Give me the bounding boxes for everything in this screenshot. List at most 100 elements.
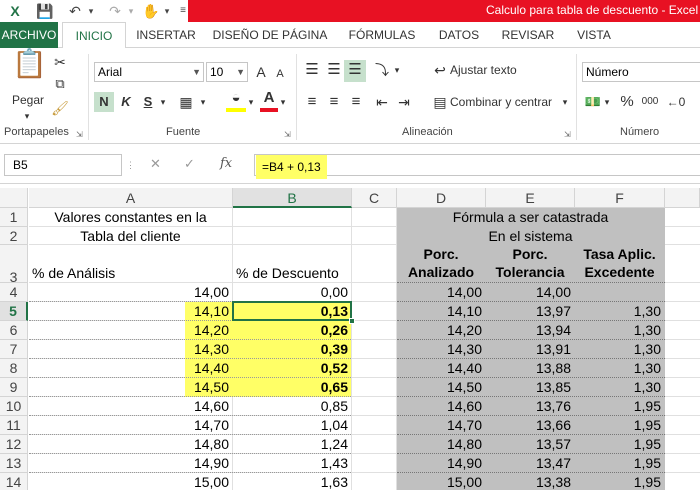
increase-decimal-icon[interactable]: ←0 bbox=[666, 92, 686, 112]
cell-f6[interactable]: 1,30 bbox=[575, 321, 664, 340]
save-icon[interactable]: 💾 bbox=[36, 2, 54, 20]
align-top-icon[interactable]: ☰ bbox=[302, 60, 322, 80]
cancel-icon[interactable]: ✕ bbox=[150, 156, 161, 172]
insert-function-button[interactable]: fx bbox=[220, 156, 232, 171]
row-header-4[interactable]: 4 bbox=[0, 283, 28, 302]
cell-d14[interactable]: 15,00 bbox=[397, 473, 485, 490]
column-header-next[interactable] bbox=[665, 188, 700, 208]
cell-b4[interactable]: 0,00 bbox=[233, 283, 351, 302]
font-color-dropdown-icon[interactable]: ▾ bbox=[278, 92, 288, 112]
align-center-icon[interactable]: ≡ bbox=[324, 92, 344, 112]
cell-d12[interactable]: 14,80 bbox=[397, 435, 485, 454]
cell-e10[interactable]: 13,76 bbox=[486, 397, 574, 416]
cell-e12[interactable]: 13,57 bbox=[486, 435, 574, 454]
cell-d5[interactable]: 14,10 bbox=[397, 302, 485, 321]
row-header-1[interactable]: 1 bbox=[0, 208, 28, 227]
cell-f3-line1[interactable]: Tasa Aplic. bbox=[575, 245, 664, 263]
cell-a3[interactable]: % de Análisis bbox=[29, 264, 232, 283]
comma-style-button[interactable]: 000 bbox=[640, 92, 660, 112]
enter-icon[interactable]: ✓ bbox=[184, 156, 195, 172]
select-all-button[interactable] bbox=[0, 188, 28, 208]
redo-icon[interactable]: ↷ bbox=[106, 2, 124, 20]
orientation-icon[interactable]: ⤵ bbox=[372, 60, 392, 80]
redo-dropdown-icon[interactable]: ▾ bbox=[126, 2, 136, 20]
cell-d10[interactable]: 14,60 bbox=[397, 397, 485, 416]
align-bottom-icon[interactable]: ☰ bbox=[344, 60, 366, 82]
cell-d9[interactable]: 14,50 bbox=[397, 378, 485, 397]
cell-d11[interactable]: 14,70 bbox=[397, 416, 485, 435]
tab-insertar[interactable]: INSERTAR bbox=[136, 22, 196, 48]
column-header-e[interactable]: E bbox=[486, 188, 575, 208]
decrease-indent-icon[interactable]: ⇤ bbox=[372, 92, 392, 112]
format-painter-icon[interactable]: 🖌 bbox=[50, 98, 70, 118]
name-box[interactable]: B5 bbox=[4, 154, 122, 176]
merge-center-button[interactable]: Combinar y centrar bbox=[450, 92, 556, 112]
name-box-dropdown-icon[interactable]: ⋮ bbox=[126, 160, 135, 171]
merge-dropdown-icon[interactable]: ▾ bbox=[560, 92, 570, 112]
column-header-f[interactable]: F bbox=[575, 188, 665, 208]
row-header-5[interactable]: 5 bbox=[0, 302, 28, 321]
cell-f5[interactable]: 1,30 bbox=[575, 302, 664, 321]
undo-dropdown-icon[interactable]: ▾ bbox=[86, 2, 96, 20]
touch-dropdown-icon[interactable]: ▾ bbox=[162, 2, 172, 20]
borders-icon[interactable]: ▦ bbox=[176, 92, 196, 112]
underline-dropdown-icon[interactable]: ▾ bbox=[158, 92, 168, 112]
cell-b9[interactable]: 0,65 bbox=[233, 378, 351, 397]
align-right-icon[interactable]: ≡ bbox=[346, 92, 366, 112]
cell-d2[interactable]: En el sistema bbox=[397, 227, 664, 246]
row-header-10[interactable]: 10 bbox=[0, 397, 28, 416]
cell-a7[interactable]: 14,30 bbox=[29, 340, 232, 359]
bold-button[interactable]: N bbox=[94, 92, 114, 112]
cell-a4[interactable]: 14,00 bbox=[29, 283, 232, 302]
row-header-7[interactable]: 7 bbox=[0, 340, 28, 359]
column-header-a[interactable]: A bbox=[29, 188, 233, 208]
borders-dropdown-icon[interactable]: ▾ bbox=[198, 92, 208, 112]
underline-button[interactable]: S bbox=[140, 92, 156, 112]
italic-button[interactable]: K bbox=[118, 92, 134, 112]
row-header-12[interactable]: 12 bbox=[0, 435, 28, 454]
cell-e14[interactable]: 13,38 bbox=[486, 473, 574, 490]
column-header-c[interactable]: C bbox=[352, 188, 397, 208]
cell-d13[interactable]: 14,90 bbox=[397, 454, 485, 473]
cell-a11[interactable]: 14,70 bbox=[29, 416, 232, 435]
cell-b3[interactable]: % de Descuento bbox=[233, 264, 351, 283]
cell-b12[interactable]: 1,24 bbox=[233, 435, 351, 454]
alignment-launcher-icon[interactable]: ⇲ bbox=[564, 130, 571, 139]
align-middle-icon[interactable]: ☰ bbox=[324, 60, 344, 80]
fill-handle[interactable] bbox=[349, 318, 355, 324]
active-cell-border[interactable] bbox=[232, 301, 352, 321]
copy-icon[interactable]: ⧉ bbox=[50, 74, 70, 94]
cell-e3-line1[interactable]: Porc. bbox=[486, 245, 574, 263]
merge-center-icon[interactable]: ▤ bbox=[430, 92, 450, 112]
undo-icon[interactable]: ↶ bbox=[66, 2, 84, 20]
tab-revisar[interactable]: REVISAR bbox=[500, 22, 556, 48]
cell-d6[interactable]: 14,20 bbox=[397, 321, 485, 340]
tab-inicio[interactable]: INICIO bbox=[62, 22, 126, 49]
row-header-8[interactable]: 8 bbox=[0, 359, 28, 378]
accounting-dropdown-icon[interactable]: ▾ bbox=[602, 92, 612, 112]
cell-e7[interactable]: 13,91 bbox=[486, 340, 574, 359]
cell-e3-line2[interactable]: Tolerancia bbox=[486, 263, 574, 281]
font-size-select[interactable]: 10 ▼ bbox=[206, 62, 248, 82]
cell-b6[interactable]: 0,26 bbox=[233, 321, 351, 340]
fill-color-dropdown-icon[interactable]: ▾ bbox=[246, 92, 256, 112]
cell-d7[interactable]: 14,30 bbox=[397, 340, 485, 359]
paste-dropdown-icon[interactable]: ▾ bbox=[22, 106, 32, 126]
cell-e4[interactable]: 14,00 bbox=[486, 283, 574, 302]
font-name-select[interactable]: Arial ▼ bbox=[94, 62, 204, 82]
row-header-2[interactable]: 2 bbox=[0, 227, 28, 245]
row-header-11[interactable]: 11 bbox=[0, 416, 28, 435]
cell-e8[interactable]: 13,88 bbox=[486, 359, 574, 378]
row-header-14[interactable]: 14 bbox=[0, 473, 28, 490]
tab-archivo[interactable]: ARCHIVO bbox=[0, 22, 58, 48]
cell-b11[interactable]: 1,04 bbox=[233, 416, 351, 435]
column-header-d[interactable]: D bbox=[397, 188, 486, 208]
clipboard-launcher-icon[interactable]: ⇲ bbox=[76, 130, 83, 139]
touch-mode-icon[interactable]: ✋ bbox=[142, 2, 160, 20]
cell-f9[interactable]: 1,30 bbox=[575, 378, 664, 397]
cell-a10[interactable]: 14,60 bbox=[29, 397, 232, 416]
wrap-text-button[interactable]: Ajustar texto bbox=[450, 60, 522, 80]
cell-b13[interactable]: 1,43 bbox=[233, 454, 351, 473]
align-left-icon[interactable]: ≡ bbox=[302, 92, 322, 112]
cell-b8[interactable]: 0,52 bbox=[233, 359, 351, 378]
